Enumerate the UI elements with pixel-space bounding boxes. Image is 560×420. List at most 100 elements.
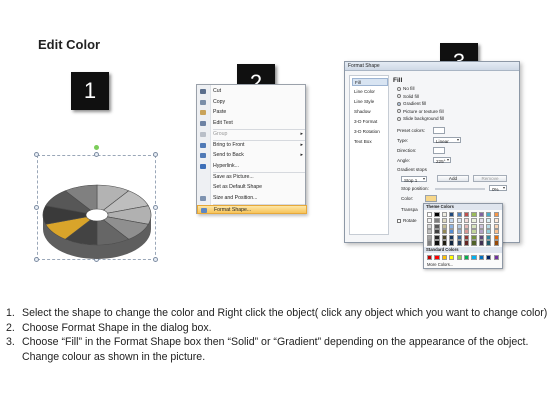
standard-color-swatch[interactable] — [441, 254, 447, 260]
theme-shade-swatch[interactable] — [486, 223, 492, 229]
remove-stop-button[interactable]: Remove — [473, 175, 507, 182]
theme-shade-swatch[interactable] — [478, 218, 484, 224]
theme-color-swatch[interactable] — [493, 211, 499, 217]
rotation-handle[interactable] — [94, 145, 99, 150]
theme-color-swatch[interactable] — [427, 211, 433, 217]
more-colors-link[interactable]: More Colors... — [427, 262, 453, 267]
standard-color-swatch[interactable] — [486, 254, 492, 260]
rotate-checkbox-row[interactable]: Rotate — [397, 218, 417, 223]
menu-item-size-and-position[interactable]: Size and Position... — [197, 194, 307, 203]
theme-shade-swatch[interactable] — [471, 234, 477, 240]
standard-color-swatch[interactable] — [493, 254, 499, 260]
theme-shade-swatch[interactable] — [449, 223, 455, 229]
theme-shade-swatch[interactable] — [486, 240, 492, 246]
theme-shade-swatch[interactable] — [449, 240, 455, 246]
theme-shade-swatch[interactable] — [464, 218, 470, 224]
theme-shade-swatch[interactable] — [471, 223, 477, 229]
direction-button[interactable] — [433, 147, 445, 154]
theme-color-swatch[interactable] — [441, 211, 447, 217]
menu-item-copy[interactable]: Copy — [197, 98, 307, 107]
theme-shade-swatch[interactable] — [434, 218, 440, 224]
nav-item-shadow[interactable]: Shadow — [352, 108, 388, 116]
theme-shade-swatch[interactable] — [441, 240, 447, 246]
menu-item-hyperlink[interactable]: Hyperlink... — [197, 162, 307, 171]
preset-colors-button[interactable] — [433, 127, 445, 134]
menu-item-edit-text[interactable]: Edit Text — [197, 119, 307, 128]
theme-shade-swatch[interactable] — [493, 240, 499, 246]
radio-button[interactable] — [397, 101, 401, 106]
radio-button[interactable] — [397, 94, 401, 99]
theme-shade-swatch[interactable] — [456, 229, 462, 235]
theme-shade-swatch[interactable] — [441, 229, 447, 235]
theme-shade-swatch[interactable] — [493, 223, 499, 229]
stop-select[interactable]: Stop 1 — [401, 176, 427, 183]
color-picker-button[interactable] — [425, 195, 437, 202]
theme-shade-swatch[interactable] — [493, 218, 499, 224]
theme-shade-swatch[interactable] — [478, 229, 484, 235]
menu-item-save-as-picture[interactable]: Save as Picture... — [197, 173, 307, 182]
theme-shade-swatch[interactable] — [478, 240, 484, 246]
standard-color-swatch[interactable] — [478, 254, 484, 260]
theme-shade-swatch[interactable] — [427, 234, 433, 240]
theme-color-swatch[interactable] — [471, 211, 477, 217]
standard-color-swatch[interactable] — [471, 254, 477, 260]
theme-shade-swatch[interactable] — [427, 218, 433, 224]
theme-shade-swatch[interactable] — [441, 234, 447, 240]
stop-position-input[interactable]: 0% — [489, 185, 507, 192]
menu-item-set-as-default-shape[interactable]: Set as Default Shape — [197, 183, 307, 192]
resize-handle-tm[interactable] — [94, 152, 99, 157]
theme-shade-swatch[interactable] — [493, 229, 499, 235]
theme-color-swatch[interactable] — [434, 211, 440, 217]
menu-item-group[interactable]: Group ▸ — [197, 130, 307, 139]
theme-shade-swatch[interactable] — [441, 223, 447, 229]
rotate-checkbox[interactable] — [397, 218, 401, 223]
nav-item-fill[interactable]: Fill — [352, 78, 388, 86]
add-stop-button[interactable]: Add — [437, 175, 469, 182]
nav-item-text-box[interactable]: Text Box — [352, 138, 388, 146]
radio-button[interactable] — [397, 86, 401, 91]
theme-shade-swatch[interactable] — [434, 234, 440, 240]
theme-shade-swatch[interactable] — [434, 229, 440, 235]
standard-color-swatch[interactable] — [449, 254, 455, 260]
theme-shade-swatch[interactable] — [449, 234, 455, 240]
theme-shade-swatch[interactable] — [464, 223, 470, 229]
standard-color-swatch[interactable] — [427, 254, 433, 260]
theme-shade-swatch[interactable] — [449, 218, 455, 224]
theme-shade-swatch[interactable] — [464, 234, 470, 240]
theme-shade-swatch[interactable] — [486, 234, 492, 240]
theme-shade-swatch[interactable] — [486, 218, 492, 224]
theme-shade-swatch[interactable] — [456, 223, 462, 229]
theme-color-swatch[interactable] — [456, 211, 462, 217]
fill-option-gradient-fill[interactable]: Gradient fill — [397, 101, 426, 106]
theme-shade-swatch[interactable] — [434, 223, 440, 229]
stop-position-slider[interactable] — [435, 188, 485, 190]
theme-shade-swatch[interactable] — [434, 240, 440, 246]
theme-shade-swatch[interactable] — [427, 240, 433, 246]
theme-shade-swatch[interactable] — [449, 229, 455, 235]
theme-shade-swatch[interactable] — [471, 240, 477, 246]
theme-shade-swatch[interactable] — [456, 234, 462, 240]
standard-color-swatch[interactable] — [464, 254, 470, 260]
theme-shade-swatch[interactable] — [441, 218, 447, 224]
fill-option-solid-fill[interactable]: Solid fill — [397, 94, 419, 99]
nav-item-3-d-format[interactable]: 3-D Format — [352, 118, 388, 126]
standard-color-swatch[interactable] — [456, 254, 462, 260]
theme-shade-swatch[interactable] — [478, 234, 484, 240]
resize-handle-ml[interactable] — [34, 205, 39, 210]
theme-shade-swatch[interactable] — [486, 229, 492, 235]
theme-shade-swatch[interactable] — [464, 240, 470, 246]
theme-shade-swatch[interactable] — [464, 229, 470, 235]
theme-shade-swatch[interactable] — [456, 218, 462, 224]
menu-item-bring-to-front[interactable]: Bring to Front ▸ — [197, 141, 307, 150]
resize-handle-tr[interactable] — [153, 152, 158, 157]
theme-color-swatch[interactable] — [486, 211, 492, 217]
fill-option-slide-background-fill[interactable]: Slide background fill — [397, 116, 444, 121]
theme-shade-swatch[interactable] — [471, 229, 477, 235]
theme-color-swatch[interactable] — [464, 211, 470, 217]
nav-item-line-color[interactable]: Line Color — [352, 88, 388, 96]
standard-color-swatch[interactable] — [434, 254, 440, 260]
pie-wheel-shape[interactable] — [40, 170, 154, 260]
theme-shade-swatch[interactable] — [478, 223, 484, 229]
theme-shade-swatch[interactable] — [456, 240, 462, 246]
menu-item-paste[interactable]: Paste — [197, 108, 307, 117]
